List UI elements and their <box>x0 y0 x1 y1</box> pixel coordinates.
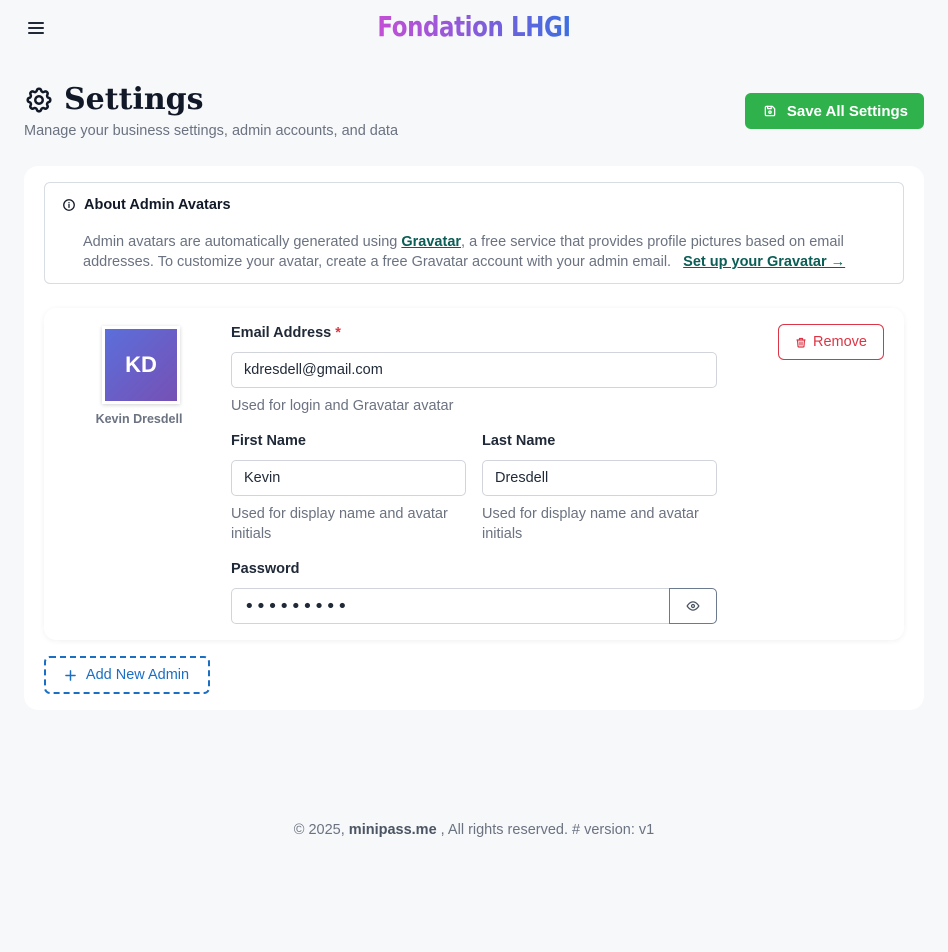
brand-logo[interactable]: Fondation LHGI <box>85 10 862 43</box>
page-header: Settings Manage your business settings, … <box>24 82 924 142</box>
last-name-label: Last Name <box>482 433 556 449</box>
footer-site-link[interactable]: minipass.me <box>349 822 437 838</box>
gear-icon <box>26 86 52 113</box>
last-name-help: Used for display name and avatar initial… <box>482 506 699 542</box>
eye-icon <box>686 601 700 611</box>
hamburger-menu-icon <box>28 22 44 34</box>
menu-toggle-button[interactable] <box>24 16 48 40</box>
add-new-admin-label: Add New Admin <box>85 667 190 683</box>
remove-admin-button[interactable]: Remove <box>778 324 884 360</box>
last-name-field[interactable] <box>482 460 717 496</box>
first-name-help: Used for display name and avatar initial… <box>231 506 448 542</box>
email-field[interactable] <box>231 352 717 388</box>
info-text: Admin avatars are automatically generate… <box>83 232 883 272</box>
avatar: KD <box>102 326 180 404</box>
avatar-info-alert: About Admin Avatars Admin avatars are au… <box>44 182 904 284</box>
admin-entry: KD Kevin Dresdell Email Address * Used f… <box>44 308 904 640</box>
footer-prefix: © 2025, <box>293 822 349 838</box>
show-password-button[interactable] <box>669 588 717 624</box>
email-label-text: Email Address <box>231 325 332 341</box>
password-label: Password <box>231 561 300 577</box>
info-text-before: Admin avatars are automatically generate… <box>83 234 402 250</box>
setup-gravatar-link[interactable]: Set up your Gravatar → <box>683 254 845 270</box>
footer-suffix: , All rights reserved. # version: v1 <box>436 822 655 838</box>
admin-accounts-card: About Admin Avatars Admin avatars are au… <box>24 166 924 710</box>
email-label: Email Address * <box>231 325 341 341</box>
floppy-disk-icon <box>764 105 776 117</box>
brand-name: Fondation LHGI <box>377 10 571 43</box>
page-title: Settings <box>64 82 204 117</box>
save-all-settings-label: Save All Settings <box>786 102 908 120</box>
remove-admin-label: Remove <box>813 334 867 350</box>
email-help: Used for login and Gravatar avatar <box>231 398 454 414</box>
info-title: About Admin Avatars <box>84 197 231 213</box>
gravatar-link[interactable]: Gravatar <box>401 234 461 250</box>
first-name-field[interactable] <box>231 460 466 496</box>
password-field[interactable] <box>231 588 670 624</box>
save-all-settings-button[interactable]: Save All Settings <box>744 93 924 129</box>
trash-icon <box>796 337 806 348</box>
info-circle-icon <box>63 199 75 211</box>
first-name-label: First Name <box>231 433 306 449</box>
footer: © 2025, minipass.me , All rights reserve… <box>0 822 948 838</box>
add-new-admin-button[interactable]: Add New Admin <box>44 656 210 694</box>
password-input-group <box>231 588 717 624</box>
info-header: About Admin Avatars <box>62 197 231 213</box>
required-mark: * <box>335 325 341 341</box>
avatar-initials: KD <box>125 352 157 377</box>
avatar-display-name: Kevin Dresdell <box>95 412 183 426</box>
top-bar: Fondation LHGI <box>0 0 948 58</box>
plus-icon <box>65 669 76 681</box>
